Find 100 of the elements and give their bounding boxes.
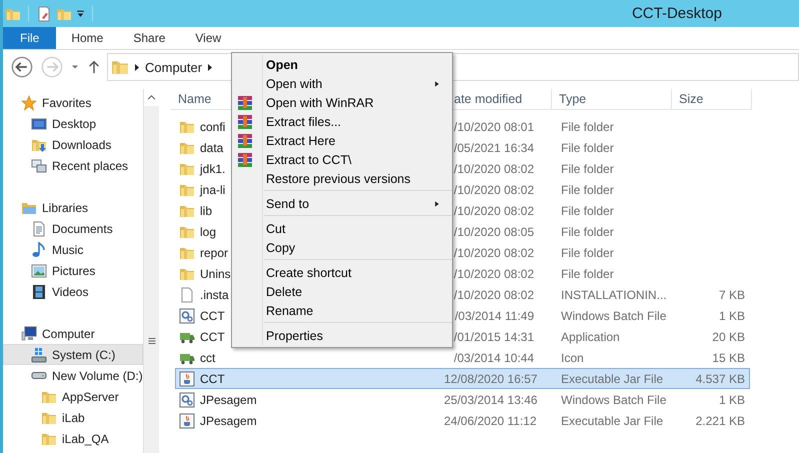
nav-item[interactable]: Videos <box>3 281 143 302</box>
file-type: File folder <box>561 162 614 176</box>
file-type: INSTALLATIONIN... <box>561 288 667 302</box>
nav-label: Music <box>52 242 84 256</box>
file-name[interactable]: repor <box>200 246 228 260</box>
selected-file-row[interactable]: CCT 12/08/2020 16:57 Executable Jar File 4.537 KB <box>175 368 750 389</box>
menu-item[interactable]: Cut <box>232 219 452 238</box>
menu-item[interactable]: Extract Here <box>232 131 452 150</box>
nav-label: iLab <box>62 410 85 424</box>
menu-item[interactable]: Rename <box>232 301 452 320</box>
menu-item[interactable]: Send to <box>232 194 452 213</box>
menu-item[interactable]: Open <box>232 55 452 74</box>
scroll-up-icon[interactable] <box>147 93 156 102</box>
column-header[interactable]: Type <box>552 89 672 110</box>
nav-item[interactable]: Documents <box>3 218 143 239</box>
menu-item[interactable]: Create shortcut <box>232 263 452 282</box>
date-modified: /10/2020 08:02 <box>454 266 534 280</box>
date-modified: /01/2015 14:31 <box>454 330 534 344</box>
drive-icon <box>31 372 47 379</box>
file-type: Windows Batch File <box>561 392 666 406</box>
file-name[interactable]: JPesagem <box>200 392 257 406</box>
landscape-icon <box>31 262 47 278</box>
file-type: File folder <box>561 204 614 218</box>
date-modified: /10/2020 08:02 <box>454 182 534 196</box>
up-arrow-icon[interactable] <box>87 60 101 74</box>
stacked-books-icon <box>237 152 253 168</box>
file-size: 2.221 KB <box>696 414 745 428</box>
nav-item[interactable]: Libraries <box>3 197 143 218</box>
window-title: CCT-Desktop <box>632 5 722 22</box>
ribbon-tab[interactable]: Home <box>56 27 118 49</box>
nav-label: New Volume (D:) <box>52 368 143 382</box>
nav-item[interactable]: System (C:) <box>3 344 143 365</box>
file-name[interactable]: data <box>200 140 224 154</box>
breadcrumb[interactable]: Computer <box>145 60 202 74</box>
nav-label: Videos <box>52 284 88 298</box>
nav-label: iLab_QA <box>62 432 109 446</box>
nav-item[interactable]: Desktop <box>3 113 143 134</box>
file-size: 20 KB <box>712 330 745 344</box>
file-name[interactable]: log <box>200 224 216 238</box>
star-icon <box>21 94 37 110</box>
stacked-books-icon <box>237 95 253 111</box>
stacked-books-icon <box>237 133 253 149</box>
menu-item[interactable]: Restore previous versions <box>232 169 452 188</box>
nav-item[interactable]: New Volume (D:) <box>3 365 143 386</box>
nav-label: Downloads <box>52 138 112 152</box>
menu-item[interactable]: Extract files... <box>232 112 452 131</box>
file-name[interactable]: CCT <box>200 308 225 322</box>
scroll-grip-icon[interactable] <box>148 337 156 345</box>
file-type: Executable Jar File <box>561 414 664 428</box>
nav-item[interactable]: Music <box>3 239 143 260</box>
ribbon-tab[interactable]: Share <box>118 27 180 49</box>
menu-item[interactable]: Properties <box>232 326 452 345</box>
cup-file-icon <box>179 412 195 428</box>
document-icon <box>31 220 47 236</box>
breadcrumb-arrow-icon[interactable] <box>135 64 139 70</box>
drive-icon <box>31 346 47 362</box>
file-name[interactable]: JPesagem <box>200 414 257 428</box>
file-name[interactable]: .insta <box>200 288 229 302</box>
file-type: Icon <box>561 350 584 364</box>
file-name[interactable]: CCT <box>200 330 225 344</box>
properties-icon[interactable] <box>36 6 52 22</box>
file-name[interactable]: lib <box>200 204 212 218</box>
file-name[interactable]: jdk1. <box>200 162 226 176</box>
nav-label: Documents <box>52 222 113 236</box>
menu-item[interactable]: Copy <box>232 238 452 257</box>
file-name[interactable]: confi <box>200 120 226 134</box>
nav-item[interactable]: iLab_QA <box>3 428 143 449</box>
nav-item[interactable]: Downloads <box>3 134 143 155</box>
nav-label: Pictures <box>52 264 96 278</box>
ribbon-tab[interactable]: View <box>180 27 236 49</box>
nav-item[interactable]: AppServer <box>3 386 143 407</box>
back-icon[interactable] <box>11 56 33 78</box>
file-type: Executable Jar File <box>561 372 664 386</box>
file-name[interactable]: cct <box>200 350 216 364</box>
file-type: Windows Batch File <box>561 308 666 322</box>
nav-item[interactable]: Computer <box>3 323 143 344</box>
nav-item[interactable]: Pictures <box>3 260 143 281</box>
file-type: File folder <box>561 140 614 154</box>
submenu-arrow-icon <box>434 200 440 208</box>
menu-item[interactable]: Delete <box>232 282 452 301</box>
breadcrumb-arrow-icon[interactable] <box>208 64 212 70</box>
nav-item[interactable]: Recent places <box>3 155 143 176</box>
gear-window-icon <box>179 308 195 324</box>
file-name[interactable]: CCT <box>200 372 225 386</box>
computer-icon <box>21 326 37 342</box>
gear-window-icon <box>179 392 195 408</box>
nav-label: Computer <box>42 326 95 340</box>
dropdown-icon[interactable] <box>76 9 85 18</box>
caret-icon[interactable] <box>71 63 79 71</box>
nav-item[interactable]: iLab <box>3 407 143 428</box>
stacked-books-icon <box>237 114 253 130</box>
file-menu-button[interactable]: File <box>3 27 56 49</box>
file-size: 1 KB <box>718 308 745 322</box>
nav-label: Libraries <box>42 200 88 214</box>
file-name[interactable]: jna-li <box>200 182 226 196</box>
nav-item[interactable]: Favorites <box>3 92 143 113</box>
file-type: File folder <box>561 120 614 134</box>
file-name[interactable]: Unins <box>200 266 231 280</box>
column-header[interactable]: Size <box>672 89 752 110</box>
menu-item[interactable]: Extract to CCT\ <box>232 150 452 169</box>
